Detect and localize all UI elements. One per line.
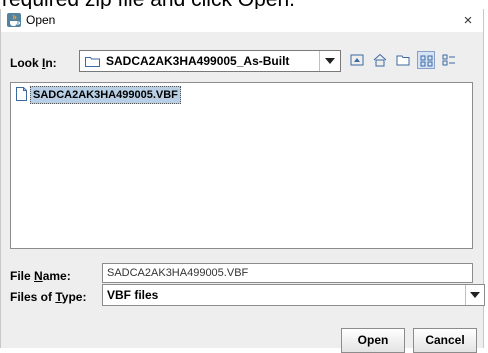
details-view-icon	[442, 54, 455, 66]
cancel-button[interactable]: Cancel	[413, 328, 477, 353]
look-in-dropdown-button[interactable]	[319, 51, 340, 71]
details-view-button[interactable]	[440, 51, 458, 69]
file-name-input[interactable]	[102, 263, 473, 283]
file-name-mnemonic: N	[34, 269, 43, 283]
look-in-value: SADCA2AK3HA499005_As-Built	[106, 54, 290, 68]
close-button[interactable]: ×	[453, 9, 483, 32]
look-in-label: Look In:	[10, 56, 57, 70]
chevron-down-icon	[470, 292, 480, 298]
up-one-level-button[interactable]	[348, 51, 366, 69]
file-type-value: VBF files	[107, 288, 159, 302]
dialog-content: Look In: SADCA2AK3HA499005_As-Built SADC…	[1, 32, 485, 353]
look-in-label-post: n:	[45, 56, 57, 70]
look-in-label-pre: Look	[10, 56, 42, 70]
new-folder-button[interactable]	[394, 51, 412, 69]
open-button[interactable]: Open	[341, 328, 405, 353]
up-one-level-icon	[350, 54, 364, 66]
new-folder-icon	[396, 55, 410, 66]
file-type-dropdown-button[interactable]	[465, 285, 484, 305]
home-button[interactable]	[371, 51, 389, 69]
title-bar: Open ×	[1, 9, 483, 32]
file-type-combo[interactable]: VBF files	[102, 284, 485, 306]
home-icon	[373, 53, 387, 67]
open-dialog: Open × Look In: SADCA2AK3HA499005_As-Bui…	[0, 9, 485, 353]
caption-text: required zip file and click Open.	[0, 0, 488, 9]
file-name-label: SADCA2AK3HA499005.VBF	[30, 86, 181, 104]
list-view-icon	[420, 55, 433, 67]
file-name-label-post: ame:	[42, 269, 71, 283]
list-view-button[interactable]	[417, 51, 435, 69]
chevron-down-icon	[325, 58, 335, 64]
look-in-combo[interactable]: SADCA2AK3HA499005_As-Built	[79, 50, 341, 72]
file-icon	[16, 87, 27, 101]
file-name-label: File Name:	[10, 269, 71, 283]
file-name-label-pre: File	[10, 269, 35, 283]
java-cup-icon	[7, 13, 21, 27]
file-list[interactable]: SADCA2AK3HA499005.VBF	[10, 82, 473, 249]
folder-icon	[85, 57, 100, 67]
file-type-label-post: ype:	[61, 290, 87, 304]
window-title: Open	[26, 13, 56, 27]
file-type-label-pre: Files of	[10, 290, 56, 304]
file-type-label: Files of Type:	[10, 290, 86, 304]
